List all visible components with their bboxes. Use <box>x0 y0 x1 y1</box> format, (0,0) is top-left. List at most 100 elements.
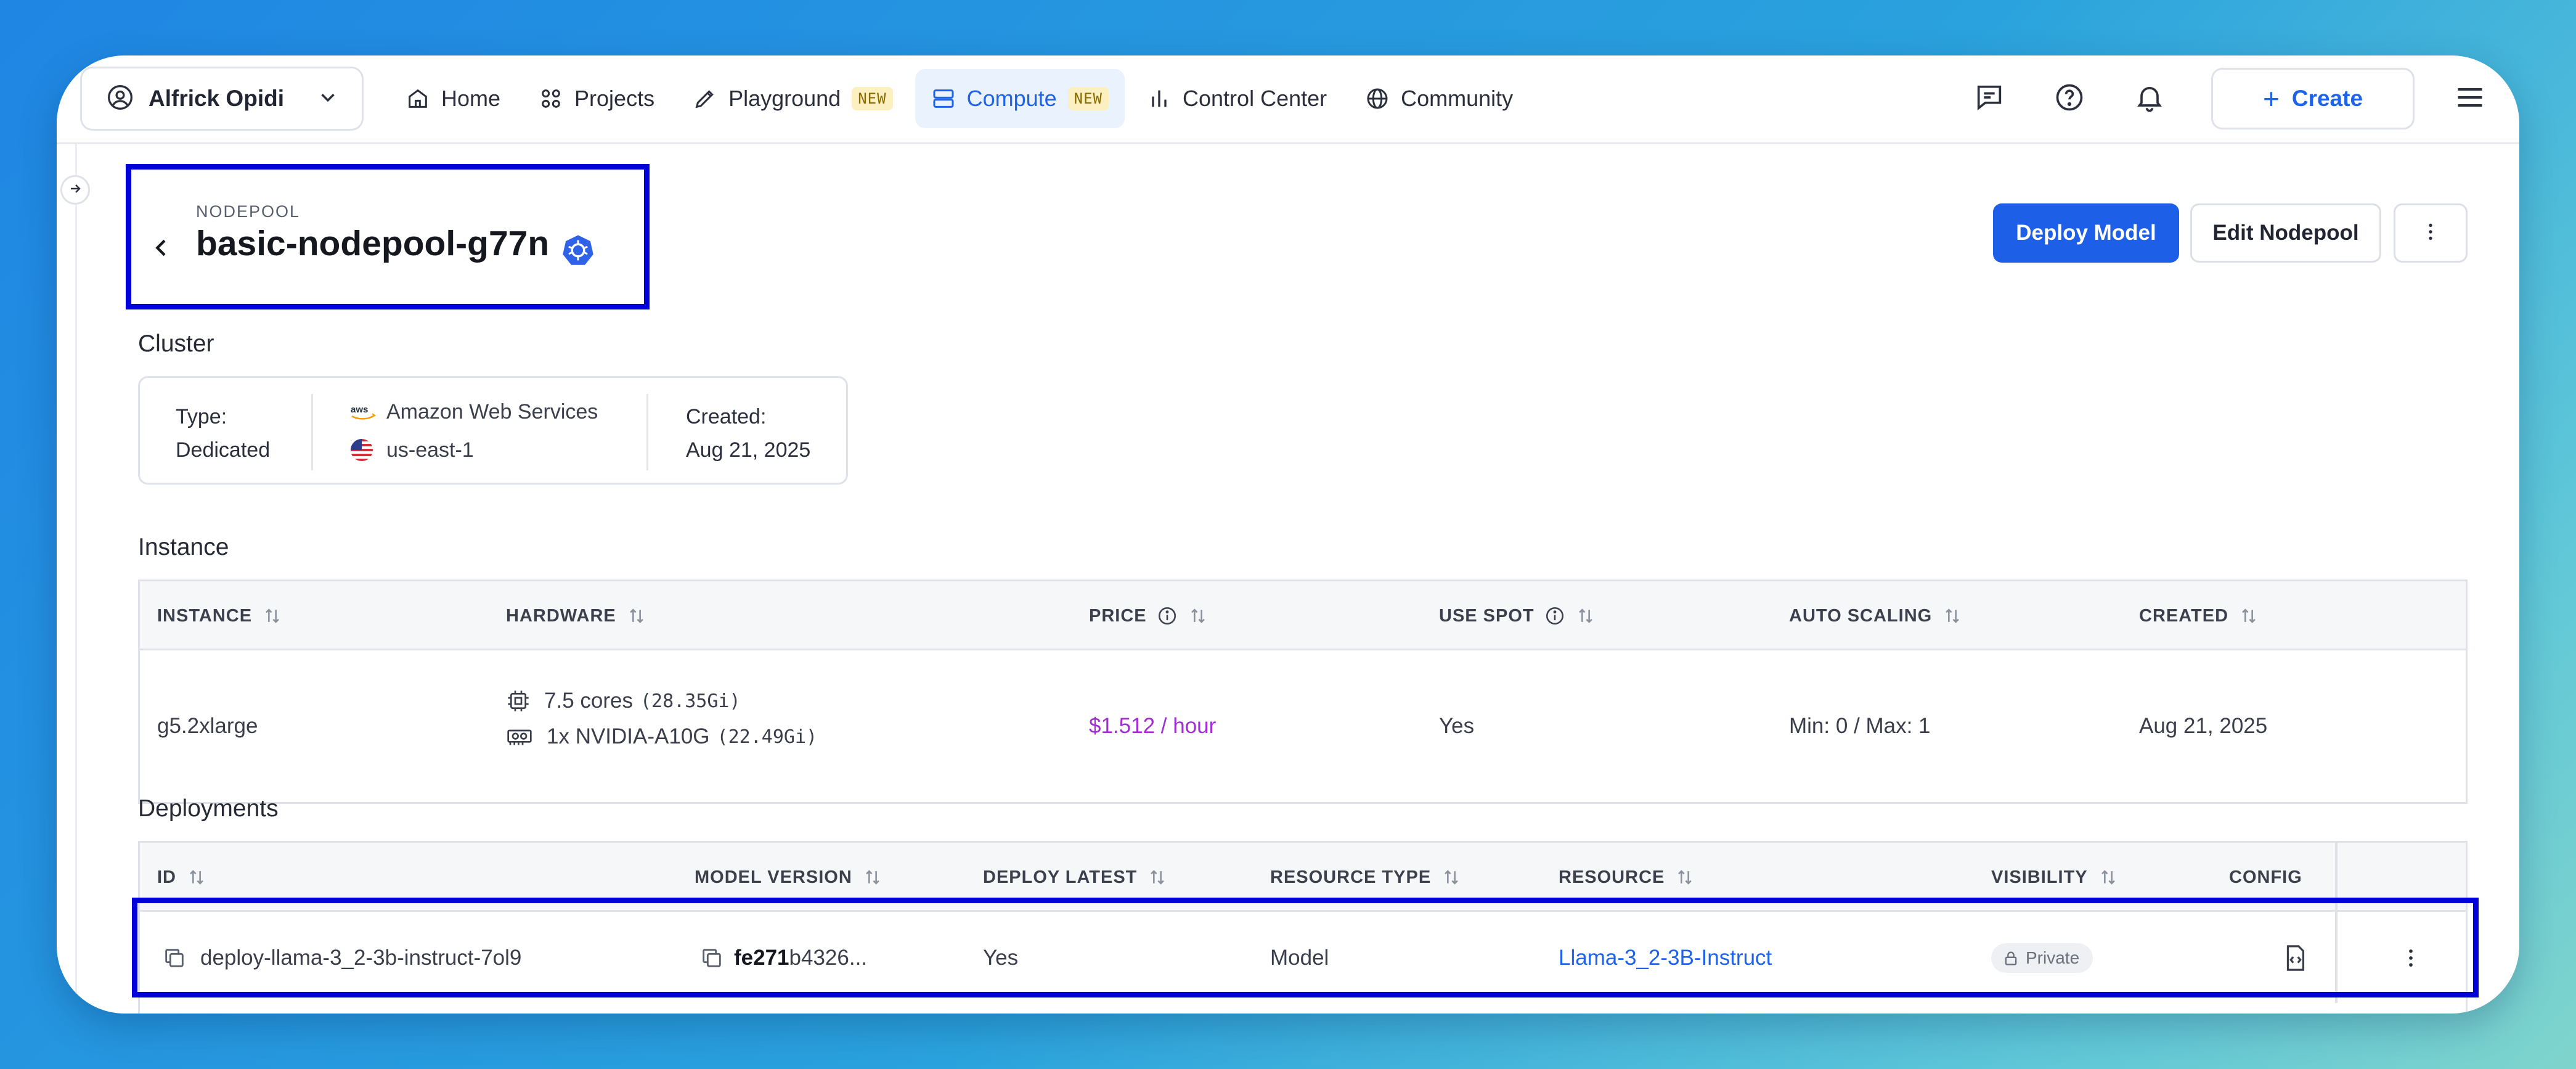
page-title: basic-nodepool-g77n <box>196 224 550 263</box>
cluster-type-value: Dedicated <box>176 438 271 462</box>
col-auto-scaling-label: AUTO SCALING <box>1789 605 1933 626</box>
new-badge: NEW <box>1067 87 1109 110</box>
help-icon <box>2053 81 2085 117</box>
sidebar-expand-button[interactable] <box>60 175 90 205</box>
col-resource-label: RESOURCE <box>1559 867 1665 887</box>
chart-icon <box>1147 86 1172 111</box>
sort-icon <box>1188 605 1209 626</box>
aws-logo-icon: aws <box>349 403 386 421</box>
sort-icon <box>186 867 207 888</box>
sort-icon <box>2238 605 2259 626</box>
nav-playground[interactable]: Playground NEW <box>677 69 909 128</box>
more-actions-button[interactable] <box>2394 203 2468 263</box>
compute-icon <box>931 86 956 111</box>
col-price-label: PRICE <box>1089 605 1147 626</box>
bell-icon <box>2134 81 2166 117</box>
col-use-spot[interactable]: USE SPOT <box>1439 581 1596 650</box>
cluster-card: Type: Dedicated aws Amazon Web Services … <box>138 376 848 485</box>
col-instance-label: INSTANCE <box>157 605 253 626</box>
nav-compute[interactable]: Compute NEW <box>915 69 1125 128</box>
cpu-cores: 7.5 cores <box>544 689 633 713</box>
app-window: Alfrick Opidi Home Projects Playground N… <box>57 55 2519 1014</box>
col-hardware[interactable]: HARDWARE <box>506 581 647 650</box>
back-button[interactable] <box>149 236 174 263</box>
info-icon[interactable] <box>1157 605 1178 626</box>
sort-icon <box>1147 867 1168 888</box>
info-icon[interactable] <box>1544 605 1565 626</box>
col-created[interactable]: CREATED <box>2139 581 2259 650</box>
nav-home[interactable]: Home <box>389 69 516 128</box>
notifications-button[interactable] <box>2125 74 2174 123</box>
table-header <box>140 581 2466 650</box>
deploy-model-button[interactable]: Deploy Model <box>1993 203 2179 263</box>
sort-icon <box>1674 867 1695 888</box>
sort-icon <box>626 605 647 626</box>
cluster-type-label: Type: <box>176 405 227 428</box>
nodepool-eyebrow: NODEPOOL <box>196 202 301 221</box>
region-name: us-east-1 <box>386 438 474 462</box>
col-hardware-label: HARDWARE <box>506 605 616 626</box>
col-config-label: CONFIG <box>2229 867 2302 887</box>
create-button[interactable]: + Create <box>2211 68 2415 129</box>
playground-icon <box>693 86 717 111</box>
sort-icon <box>2098 867 2119 888</box>
feedback-button[interactable] <box>1965 74 2014 123</box>
user-name: Alfrick Opidi <box>149 86 284 111</box>
arrow-right-icon <box>68 181 83 199</box>
cpu-memory: (28.35Gi) <box>640 690 741 712</box>
kebab-menu-icon <box>2419 221 2442 246</box>
cluster-created-value: Aug 21, 2025 <box>686 438 811 462</box>
gpu-model: 1x NVIDIA-A10G <box>547 724 710 748</box>
cpu-icon <box>506 689 531 713</box>
edit-nodepool-button[interactable]: Edit Nodepool <box>2190 203 2381 263</box>
sort-icon <box>862 867 883 888</box>
cluster-section-title: Cluster <box>138 330 214 357</box>
cluster-type: Type: Dedicated <box>176 400 270 467</box>
sidebar-divider <box>75 144 77 1014</box>
new-badge: NEW <box>852 87 893 110</box>
nav-projects[interactable]: Projects <box>523 69 670 128</box>
user-selector[interactable]: Alfrick Opidi <box>80 67 364 131</box>
sort-icon <box>1441 867 1462 888</box>
instance-table: INSTANCE HARDWARE PRICE USE SPOT AUTO SC… <box>138 580 2468 804</box>
col-auto-scaling[interactable]: AUTO SCALING <box>1789 581 1963 650</box>
instance-price: $1.512 / hour <box>1089 714 1217 738</box>
divider <box>311 394 313 470</box>
instance-name: g5.2xlarge <box>157 714 258 738</box>
help-button[interactable] <box>2045 74 2094 123</box>
main-nav: Home Projects Playground NEW Compute NEW… <box>389 65 1535 132</box>
instance-use-spot: Yes <box>1439 714 1475 738</box>
projects-icon <box>539 86 563 111</box>
main-menu-button[interactable] <box>2445 74 2495 123</box>
sort-icon <box>1942 605 1963 626</box>
col-instance[interactable]: INSTANCE <box>157 581 283 650</box>
instance-section-title: Instance <box>138 534 229 560</box>
col-model-version-label: MODEL VERSION <box>695 867 852 887</box>
col-id-label: ID <box>157 867 176 887</box>
provider-row: aws Amazon Web Services <box>349 393 598 431</box>
nav-community-label: Community <box>1401 86 1514 111</box>
svg-text:aws: aws <box>351 404 368 415</box>
col-price[interactable]: PRICE <box>1089 581 1209 650</box>
chevron-left-icon <box>149 239 174 263</box>
instance-auto-scaling: Min: 0 / Max: 1 <box>1789 714 1931 738</box>
nav-community[interactable]: Community <box>1349 69 1529 128</box>
create-label: Create <box>2291 86 2363 111</box>
nav-playground-label: Playground <box>728 86 841 111</box>
nav-control-center[interactable]: Control Center <box>1131 69 1343 128</box>
sort-icon <box>262 605 283 626</box>
region-row: us-east-1 <box>349 431 598 469</box>
globe-icon <box>1365 86 1390 111</box>
deployment-row-highlight <box>132 898 2479 997</box>
user-circle-icon <box>107 84 134 114</box>
toolbar-right: + Create <box>1934 64 2495 133</box>
gpu-memory: (22.49Gi) <box>717 726 818 748</box>
cluster-provider: aws Amazon Web Services us-east-1 <box>349 393 598 469</box>
plus-icon: + <box>2262 83 2280 115</box>
provider-name: Amazon Web Services <box>386 400 598 424</box>
gpu-icon <box>506 724 533 749</box>
deployments-section-title: Deployments <box>138 795 279 822</box>
top-navigation-bar: Alfrick Opidi Home Projects Playground N… <box>57 55 2519 144</box>
kubernetes-icon <box>561 233 595 271</box>
sort-icon <box>1575 605 1596 626</box>
